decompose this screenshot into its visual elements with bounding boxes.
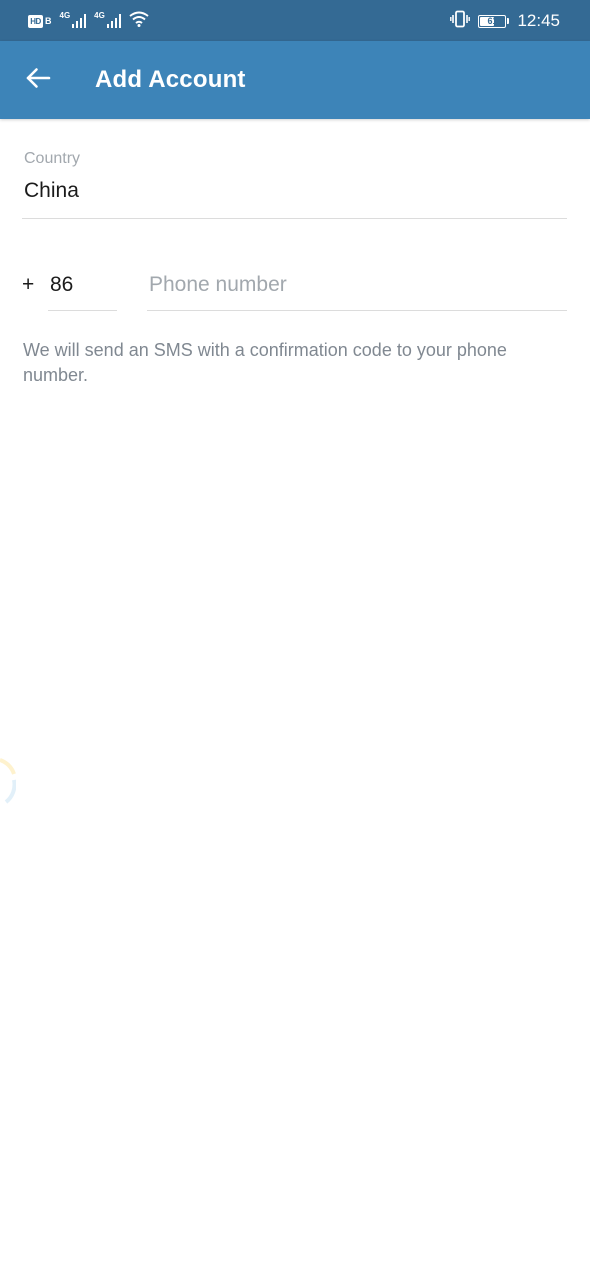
loading-spinner-icon xyxy=(0,758,17,811)
country-select[interactable]: China xyxy=(24,179,79,203)
battery-tip xyxy=(507,18,510,24)
battery-icon: 61 xyxy=(478,14,507,28)
country-code-underline xyxy=(48,310,117,311)
country-code-field[interactable]: 86 xyxy=(48,255,117,311)
sim2-network-label: 4G xyxy=(94,10,105,20)
status-bar: HD B 4G 4G 61 12:45 xyxy=(0,0,590,41)
app-bar: Add Account xyxy=(0,41,590,119)
arrow-left-icon xyxy=(25,67,51,94)
phone-number-input[interactable] xyxy=(147,269,567,301)
hd-suffix: B xyxy=(45,16,52,26)
sms-info-text: We will send an SMS with a confirmation … xyxy=(23,340,507,385)
status-left-icons: HD B 4G 4G xyxy=(28,9,149,33)
signal-icon xyxy=(72,14,87,28)
country-divider xyxy=(22,218,567,219)
phone-number-underline xyxy=(147,310,567,311)
country-code-input[interactable]: 86 xyxy=(50,273,73,297)
country-label: Country xyxy=(24,150,81,167)
plus-sign: + xyxy=(22,273,35,296)
wifi-icon xyxy=(129,11,149,32)
signal-icon xyxy=(106,14,121,28)
phone-number-field[interactable] xyxy=(147,255,567,311)
page-title: Add Account xyxy=(95,66,246,93)
battery-level: 61 xyxy=(487,16,498,26)
sim1-network-label: 4G xyxy=(59,10,71,20)
hd-voice-icon: HD xyxy=(28,14,43,28)
vibrate-icon xyxy=(450,10,471,33)
status-time: 12:45 xyxy=(517,11,560,30)
back-button[interactable] xyxy=(18,60,58,100)
status-right-icons: 61 12:45 xyxy=(450,9,560,33)
